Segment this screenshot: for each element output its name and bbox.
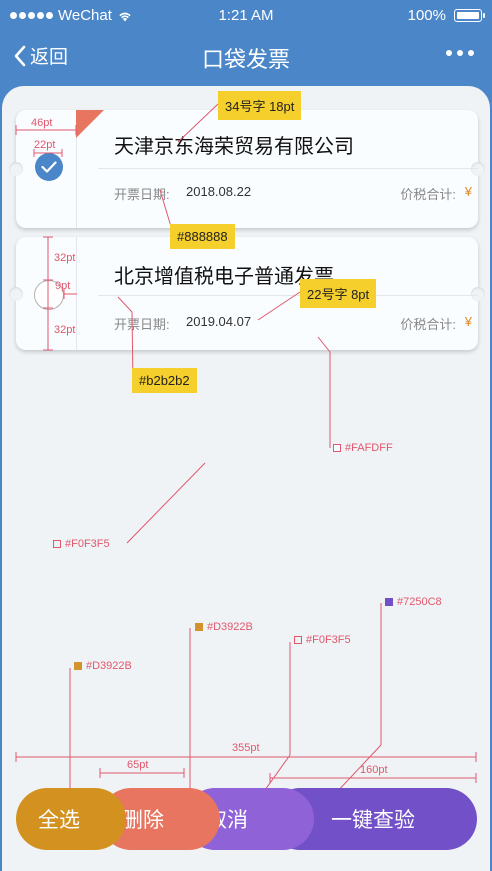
corner-flag [76,110,104,138]
price-label: 价税合计: [400,187,456,202]
bottom-action-bar: 一键查验 取消 删除 全选 [16,788,477,850]
ticket-divider-vertical [76,237,77,350]
delete-color-label: #D3922B [195,621,253,633]
selected-check-icon[interactable] [35,153,63,181]
battery-icon [454,9,485,22]
dim-top-label: 32pt [54,252,76,264]
date-value: 2019.04.07 [186,314,252,329]
page-title: 口袋发票 [201,47,290,72]
dim-delete-label: 65pt [127,759,149,771]
price-label: 价税合计: [400,317,456,332]
select-all-color-label: #D3922B [74,660,132,672]
ticket-notch-left [9,162,23,176]
dim-check-label: 22pt [34,139,56,151]
nav-bar: 返回 口袋发票 [0,30,492,84]
invoice-card[interactable]: 北京增值税电子普通发票 开票日期: 2019.04.07 价税合计: ¥ [9,237,485,350]
battery-percent: 100% [407,7,446,24]
font-title-tag: 34号字 18pt [218,91,302,120]
dim-mid-label: 9pt [55,280,71,292]
dim-total-label: 355pt [232,742,260,754]
select-all-button[interactable]: 全选 [16,788,126,850]
ticket-notch-left [9,287,23,301]
dim-bottom-label: 32pt [54,324,76,336]
ticket-divider [98,168,478,169]
currency-symbol: ¥ [464,184,472,199]
font-body-tag: 22号字 8pt [300,279,377,308]
currency-symbol: ¥ [464,314,472,329]
ticket-notch-right [471,162,485,176]
more-icon[interactable] [446,50,474,56]
card-color-label: #FAFDFF [333,442,393,454]
bg-color-label: #F0F3F5 [53,538,110,550]
cancel-color-label: #F0F3F5 [294,634,351,646]
status-bar: WeChat 1:21 AM 100% [0,0,492,30]
ticket-notch-right [471,287,485,301]
text-color-tag: #888888 [170,224,235,249]
status-right: 100% [407,7,485,24]
invoice-card[interactable]: 天津京东海荣贸易有限公司 开票日期: 2018.08.22 价税合计: ¥ [9,110,485,228]
company-name: 天津京东海荣贸易有限公司 [114,136,354,158]
ticket-divider [98,295,478,296]
dim-corner-label: 46pt [31,117,53,129]
radio-color-tag: #b2b2b2 [132,368,197,393]
verify-color-label: #7250C8 [385,596,442,608]
dim-verify-label: 160pt [360,764,388,776]
date-label: 开票日期: [114,187,170,202]
date-label: 开票日期: [114,317,170,332]
date-value: 2018.08.22 [186,184,252,199]
